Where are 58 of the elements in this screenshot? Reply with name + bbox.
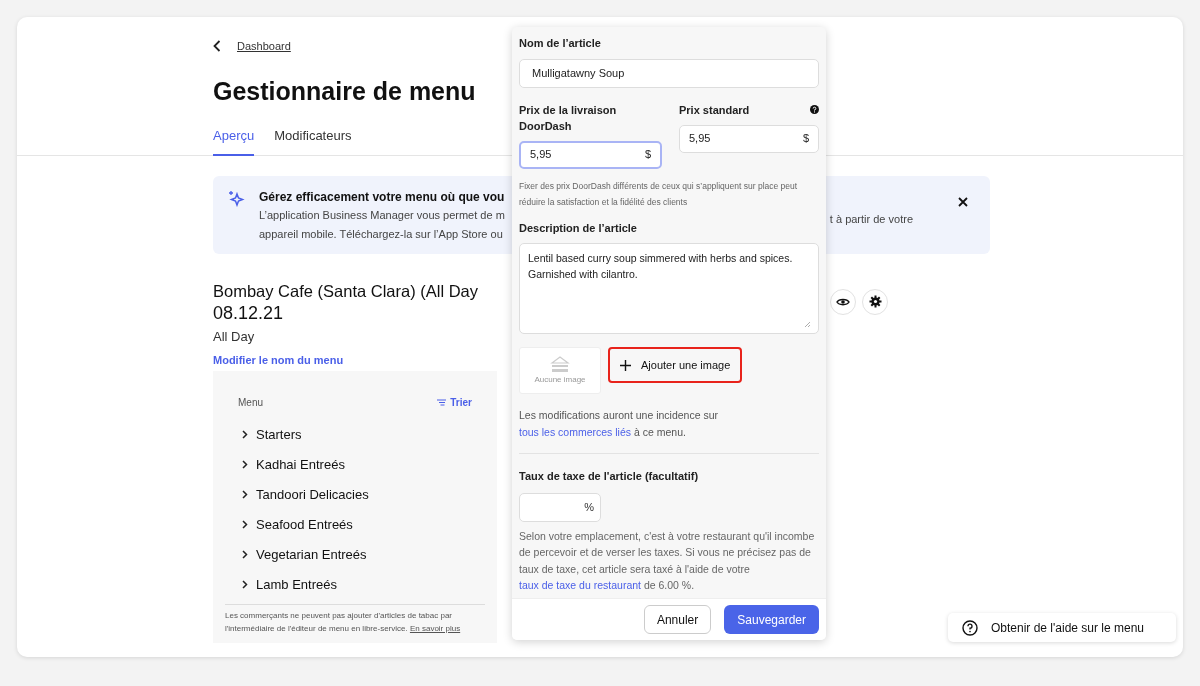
linked-stores-notice: Les modifications auront une incidence sur tous les commerces liés à ce menu. [519,408,720,440]
tax-notice: Selon votre emplacement, c'est à votre restaurant qu'il incombe de percevoir et de verser les taxes. Si vous ne précisez pas de taux de taxe, cet article sera taxé à l'aide de votre taux de taxe du restaurant de 6.00 %. [519,528,816,593]
plus-icon [620,359,631,371]
cancel-button[interactable]: Annuler [643,605,712,634]
add-image-button[interactable]: Ajouter une image [608,347,743,383]
tax-rate-field[interactable]: % [519,492,601,522]
tobacco-notice: Les commerçants ne peuvent pas ajouter d'articles de tabac par l'intermédiaire de l'éditeur de menu en libre-service. En savoir plus [225,609,462,635]
banner-text: L’application Business Manager vous permet de m [259,207,505,223]
banner-title: Gérez efficacement votre menu où que vou [259,188,505,206]
description-field[interactable]: Lentil based curry soup simmered with herbs and spices. Garnished with cilantro. [519,243,819,334]
sparkle-icon [228,189,245,207]
resize-handle-icon[interactable] [804,321,810,327]
price-hint: Fixer des prix DoorDash différents de ceux qui s’appliquent sur place peut réduire la satisfaction et la fidélité des clients [519,179,799,209]
chevron-icon [242,520,248,529]
list-header: Menu [238,395,263,410]
eye-icon [836,296,850,307]
menu-name: 08.12.21 [213,301,285,324]
menu-category[interactable]: Starters [256,424,302,445]
restaurant-tax-link[interactable]: taux de taxe du restaurant [519,579,641,591]
tab[interactable]: Modificateurs [274,126,352,156]
menu-category[interactable]: Seafood Entreés [256,514,353,535]
field-label: Prix standard [679,102,750,118]
menu-category[interactable]: Lamb Entreés [256,574,337,595]
rename-menu-link[interactable]: Modifier le nom du menu [213,352,497,369]
delivery-price-field[interactable]: 5,95 $ [519,140,662,169]
field-label: Prix de la livraison DoorDash [519,102,618,134]
help-icon [962,619,978,636]
item-name-field[interactable]: Mulligatawny Soup [519,58,819,88]
field-label: Taux de taxe de l'article (facultatif) [519,469,700,484]
menu-category[interactable]: Vegetarian Entreés [256,544,367,565]
learn-more-link[interactable]: En savoir plus [409,623,461,633]
menu-hours: All Day [213,327,256,346]
dashboard-link[interactable]: Dashboard [237,38,291,55]
field-label: Nom de l’article [519,36,602,51]
sandwich-icon [550,355,570,373]
chevron-icon [242,490,248,499]
sort-icon [437,398,447,406]
gear-icon [868,295,882,308]
banner-text: t à partir de votre [829,211,913,227]
banner-text: appareil mobile. Téléchargez-la sur l’App Store ou [259,226,504,242]
standard-price-field[interactable]: 5,95 $ [679,124,819,153]
save-button[interactable]: Sauvegarder [724,605,819,634]
sort-button[interactable]: Trier [437,394,472,410]
linked-stores-link[interactable]: tous les commerces liés [519,426,632,438]
close-icon[interactable] [958,196,968,207]
chevron-icon [242,460,248,469]
help-icon[interactable] [810,105,819,114]
help-button[interactable]: Obtenir de l'aide sur le menu [948,613,1176,642]
tab[interactable]: Aperçu [213,126,255,156]
chevron-icon [242,550,248,559]
menu-name: Bombay Cafe (Santa Clara) (All Day [213,280,479,302]
page-title: Gestionnaire de menu [213,75,476,107]
chevron-icon [242,430,248,439]
field-label: Description de l’article [519,220,638,236]
back-icon[interactable] [213,40,221,53]
chevron-icon [242,580,248,589]
menu-category[interactable]: Kadhai Entreés [256,454,345,475]
menu-category[interactable]: Tandoori Delicacies [256,484,369,505]
